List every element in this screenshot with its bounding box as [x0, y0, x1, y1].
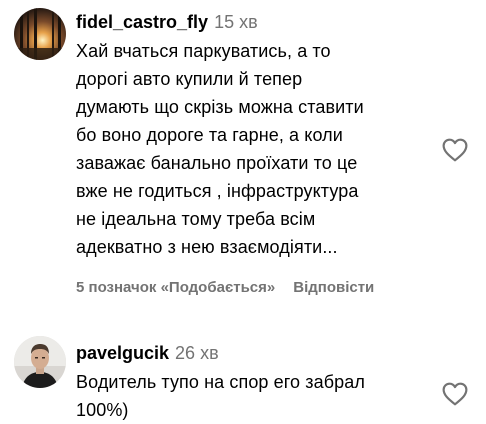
sunset-forest-avatar	[14, 8, 66, 60]
username-link[interactable]: fidel_castro_fly	[76, 12, 208, 32]
user-avatar[interactable]	[14, 8, 66, 60]
person-photo-avatar	[14, 336, 66, 388]
comment-text: Хай вчаться паркуватись, а то дорогі авт…	[76, 41, 364, 257]
like-button[interactable]	[442, 138, 468, 162]
likes-count-link[interactable]: 5 позначок «Подобається»	[76, 279, 275, 296]
comment-item: pavelgucik 26 хв Водитель тупо на спор ег…	[0, 320, 486, 424]
like-button[interactable]	[442, 382, 468, 406]
comment-time[interactable]: 15 хв	[214, 12, 258, 32]
user-avatar[interactable]	[14, 336, 66, 388]
comment-actions: 5 позначок «Подобається» Відповісти	[76, 278, 374, 298]
comment-item: fidel_castro_fly 15 хв Хай вчаться паркув…	[0, 0, 486, 320]
comment-time[interactable]: 26 хв	[175, 343, 219, 363]
comment-text: Водитель тупо на спор его забрал 100%)	[76, 372, 365, 420]
heart-outline-icon	[442, 138, 468, 162]
reply-button[interactable]: Відповісти	[293, 279, 374, 296]
username-link[interactable]: pavelgucik	[76, 343, 169, 363]
heart-outline-icon	[442, 382, 468, 406]
comment-header: pavelgucik 26 хв	[76, 342, 219, 364]
comment-header: fidel_castro_fly 15 хв	[76, 11, 258, 33]
